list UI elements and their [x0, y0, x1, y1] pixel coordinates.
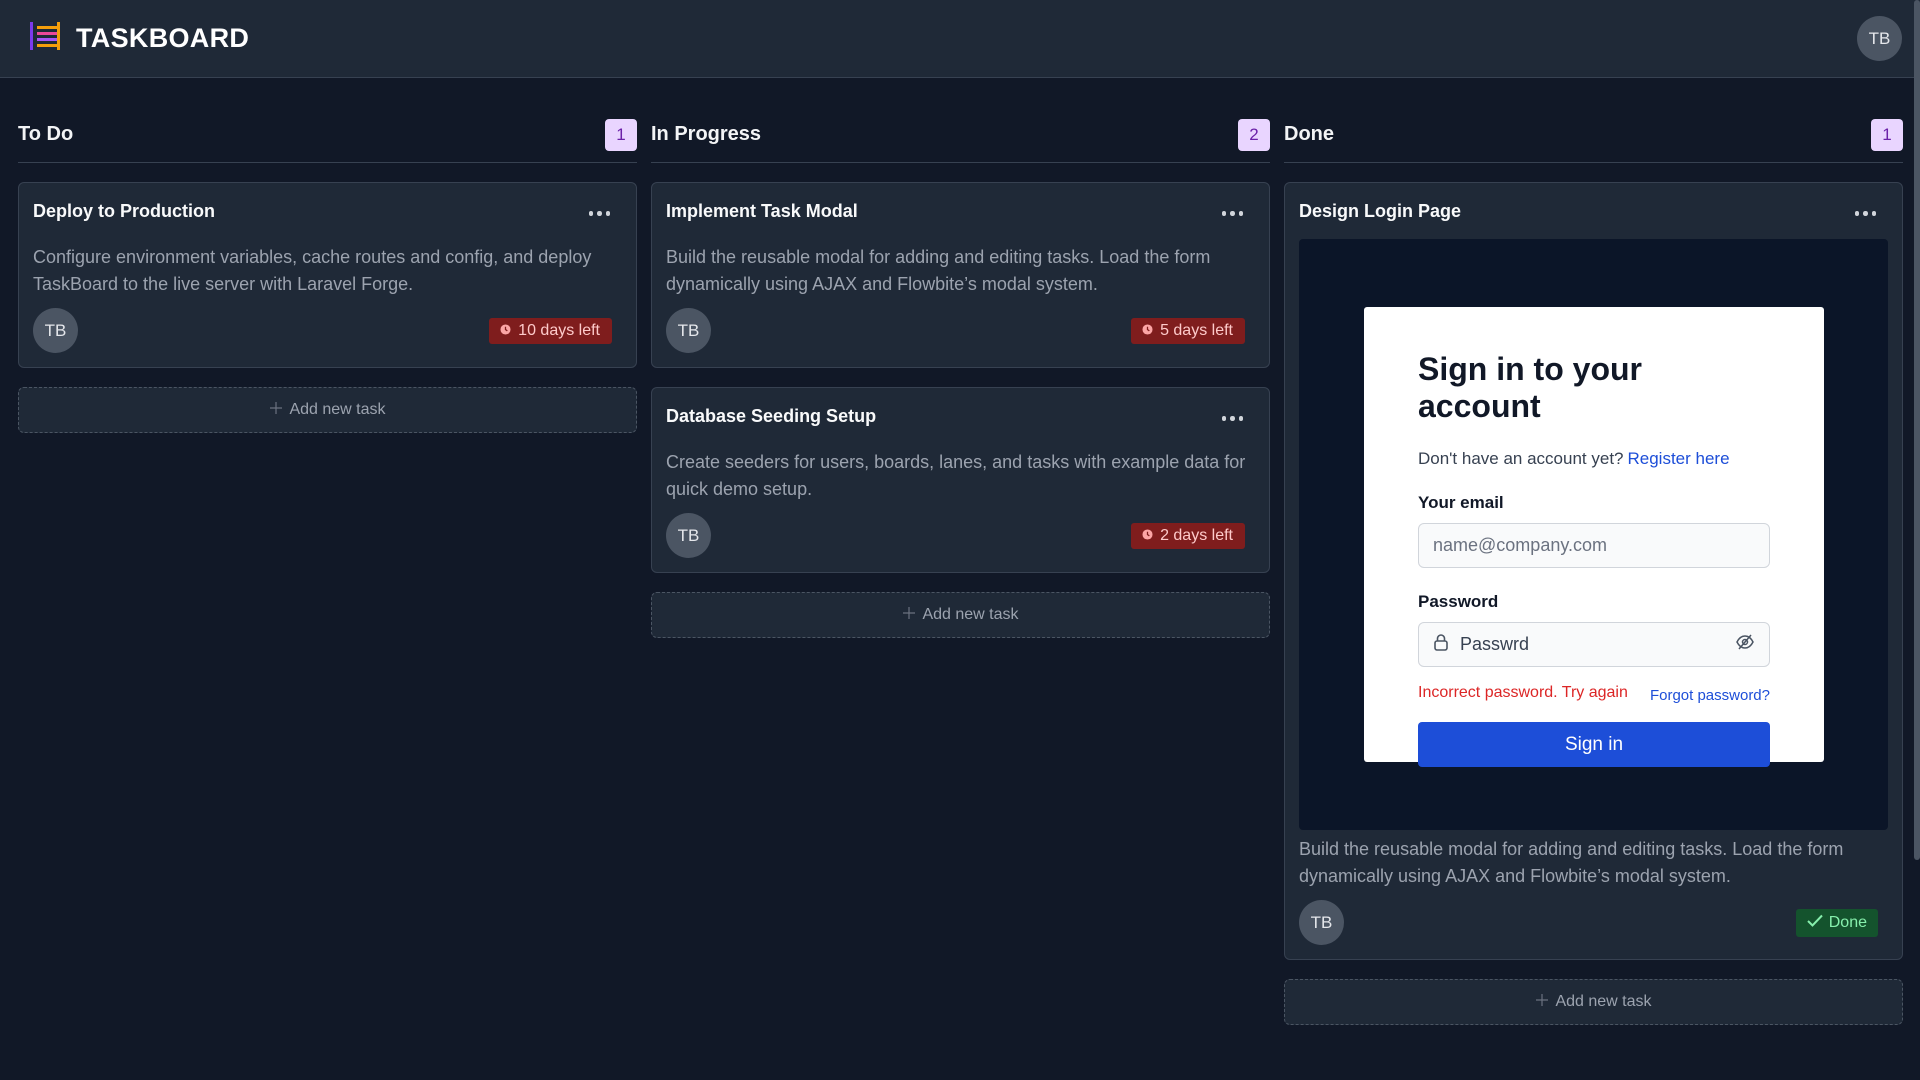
login-form-preview: Sign in to your account Don't have an ac… [1364, 307, 1824, 767]
clock-icon [500, 322, 511, 340]
task-card[interactable]: Design Login Page Sign in to your accoun… [1284, 182, 1903, 960]
assignee-avatar: TB [666, 308, 711, 353]
register-prompt-text: Don't have an account yet? [1418, 449, 1624, 468]
password-field: Passwrd [1418, 622, 1770, 667]
add-task-button[interactable]: Add new task [1284, 979, 1903, 1025]
password-error-text: Incorrect password. Try again [1418, 683, 1628, 701]
task-card[interactable]: Deploy to Production Configure environme… [18, 182, 637, 368]
eye-off-icon [1735, 633, 1755, 656]
board-lines-icon [28, 19, 62, 58]
lane-count-badge: 2 [1238, 118, 1270, 151]
task-description: Configure environment variables, cache r… [33, 247, 592, 294]
email-field: name@company.com [1418, 523, 1770, 568]
done-badge: Done [1795, 908, 1878, 937]
more-options-icon[interactable] [1221, 201, 1256, 216]
task-description: Build the reusable modal for adding and … [1299, 839, 1844, 886]
sign-in-button: Sign in [1418, 722, 1770, 767]
task-card[interactable]: Database Seeding Setup Create seeders fo… [651, 387, 1270, 573]
lane-title: To Do [18, 123, 74, 145]
clock-icon [1142, 527, 1153, 545]
lane-title: Done [1284, 123, 1334, 145]
due-badge: 5 days left [1131, 317, 1245, 344]
lane-count-badge: 1 [1871, 118, 1903, 151]
task-image-preview: Sign in to your account Don't have an ac… [1299, 239, 1888, 830]
plus-icon [1535, 993, 1549, 1012]
add-task-label: Add new task [1555, 993, 1652, 1010]
lock-icon [1433, 633, 1449, 656]
assignee-avatar: TB [33, 308, 78, 353]
add-task-label: Add new task [922, 606, 1019, 623]
plus-icon [269, 401, 283, 420]
done-badge-label: Done [1828, 913, 1867, 931]
add-task-button[interactable]: Add new task [651, 592, 1270, 638]
lane-title: In Progress [651, 123, 762, 145]
plus-icon [902, 606, 916, 625]
assignee-avatar: TB [666, 513, 711, 558]
due-badge-label: 5 days left [1160, 321, 1233, 339]
lane-done: Done 1 Design Login Page Sign in to your… [1284, 118, 1903, 1025]
brand[interactable]: TASKBOARD [28, 19, 249, 58]
task-title: Implement Task Modal [666, 201, 858, 221]
task-description: Create seeders for users, boards, lanes,… [666, 452, 1246, 499]
due-badge: 10 days left [489, 317, 612, 344]
task-title: Design Login Page [1299, 201, 1462, 221]
more-options-icon[interactable] [1221, 406, 1256, 421]
password-value: Passwrd [1460, 634, 1530, 654]
lane-count-badge: 1 [605, 118, 637, 151]
due-badge: 2 days left [1131, 522, 1245, 549]
lane-in-progress: In Progress 2 Implement Task Modal Build… [651, 118, 1270, 1025]
register-link: Register here [1627, 449, 1730, 468]
add-task-button[interactable]: Add new task [18, 387, 637, 433]
register-prompt: Don't have an account yet? Register here [1418, 449, 1770, 469]
task-description: Build the reusable modal for adding and … [666, 247, 1211, 294]
password-label: Password [1418, 592, 1499, 611]
more-options-icon[interactable] [588, 201, 623, 216]
clock-icon [1142, 322, 1153, 340]
assignee-avatar: TB [1299, 900, 1344, 945]
check-icon [1807, 914, 1823, 932]
lane-header: Done 1 [1284, 118, 1903, 163]
forgot-password-link: Forgot password? [1649, 687, 1770, 704]
due-badge-label: 10 days left [518, 321, 600, 339]
lane-todo: To Do 1 Deploy to Production Configure e… [18, 118, 637, 1025]
add-task-label: Add new task [289, 401, 386, 418]
kanban-board: To Do 1 Deploy to Production Configure e… [0, 118, 1920, 1025]
page-scrollbar[interactable] [1914, 0, 1920, 860]
login-heading: Sign in to your account [1418, 351, 1642, 424]
more-options-icon[interactable] [1854, 201, 1889, 216]
user-avatar[interactable]: TB [1857, 16, 1902, 61]
top-navbar: TASKBOARD TB [0, 0, 1920, 78]
due-badge-label: 2 days left [1160, 526, 1233, 544]
task-title: Deploy to Production [33, 201, 215, 221]
task-card[interactable]: Implement Task Modal Build the reusable … [651, 182, 1270, 368]
task-title: Database Seeding Setup [666, 406, 877, 426]
lane-header: In Progress 2 [651, 118, 1270, 163]
app-title: TASKBOARD [76, 23, 250, 53]
email-label: Your email [1418, 493, 1504, 512]
lane-header: To Do 1 [18, 118, 637, 163]
